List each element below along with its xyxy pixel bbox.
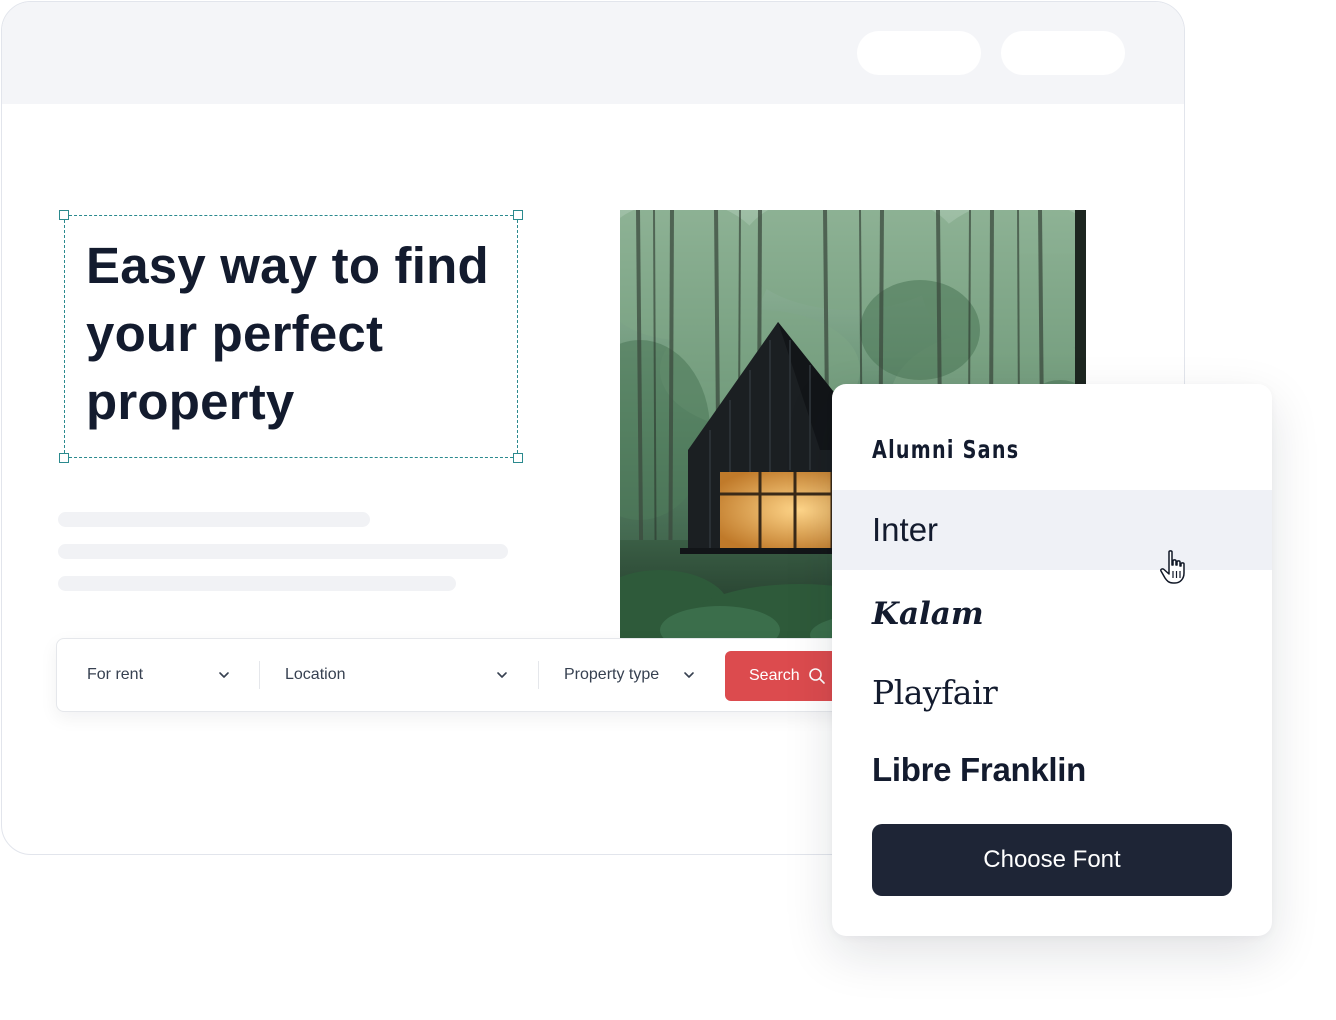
listing-type-label: For rent bbox=[87, 666, 144, 683]
font-option-libre-franklin[interactable]: Libre Franklin bbox=[832, 730, 1272, 810]
chevron-down-icon bbox=[497, 672, 507, 678]
resize-handle-top-left[interactable] bbox=[59, 210, 69, 220]
resize-handle-bottom-left[interactable] bbox=[59, 453, 69, 463]
chevron-down-icon bbox=[219, 672, 229, 678]
font-picker-panel: Alumni Sans Inter Kalam Playfair Libre F… bbox=[832, 384, 1272, 936]
font-option-inter[interactable]: Inter bbox=[832, 490, 1272, 570]
property-type-select[interactable]: Property type bbox=[564, 639, 704, 711]
font-option-kalam[interactable]: Kalam bbox=[832, 574, 1272, 654]
font-option-alumni-sans[interactable]: Alumni Sans bbox=[838, 414, 1278, 484]
field-divider bbox=[538, 661, 539, 689]
field-divider bbox=[259, 661, 260, 689]
font-option-playfair[interactable]: Playfair bbox=[832, 652, 1272, 732]
resize-handle-bottom-right[interactable] bbox=[513, 453, 523, 463]
nav-placeholder-button[interactable] bbox=[857, 31, 981, 75]
location-label: Location bbox=[285, 666, 346, 683]
property-type-label: Property type bbox=[564, 666, 660, 683]
listing-type-select[interactable]: For rent bbox=[87, 639, 267, 711]
nav-placeholder-button[interactable] bbox=[1001, 31, 1125, 75]
choose-font-button[interactable]: Choose Font bbox=[872, 824, 1232, 896]
text-placeholder-line bbox=[58, 576, 456, 591]
browser-top-bar bbox=[2, 2, 1184, 104]
search-button-label: Search bbox=[749, 667, 800, 684]
resize-handle-top-right[interactable] bbox=[513, 210, 523, 220]
property-search-bar: For rent Location Property type Search bbox=[56, 638, 865, 712]
text-placeholder-line bbox=[58, 544, 508, 559]
hero-headline[interactable]: Easy way to find your perfect property bbox=[86, 232, 516, 436]
search-icon bbox=[808, 668, 825, 684]
hand-pointer-icon bbox=[1160, 550, 1185, 584]
chevron-down-icon bbox=[684, 672, 694, 678]
text-placeholder-line bbox=[58, 512, 370, 527]
location-select[interactable]: Location bbox=[285, 639, 515, 711]
